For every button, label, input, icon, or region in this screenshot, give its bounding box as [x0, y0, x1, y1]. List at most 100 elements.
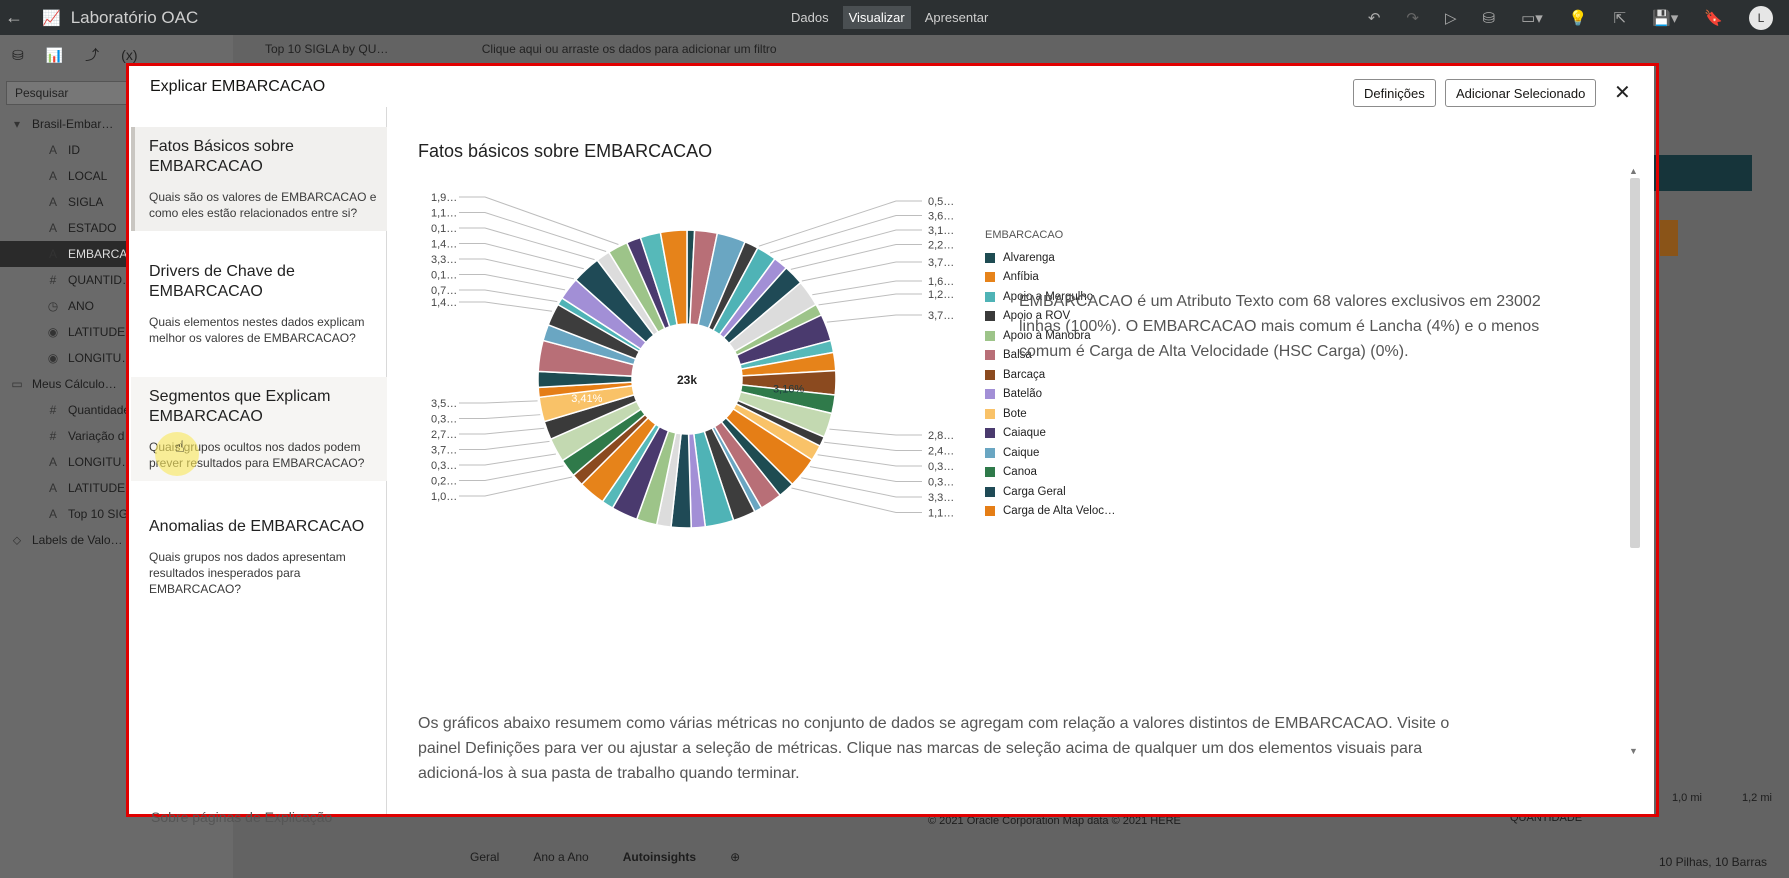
nav-basic-facts[interactable]: Fatos Básicos sobre EMBARCACAO Quais são… — [131, 127, 387, 231]
nav-anomalies[interactable]: Anomalias de EMBARCACAO Quais grupos nos… — [131, 507, 387, 607]
tree-item-label: ID — [68, 143, 80, 157]
viz-title[interactable]: Top 10 SIGLA by QU… — [265, 42, 388, 56]
callout-line — [770, 215, 922, 254]
play-icon[interactable]: ▷ — [1445, 9, 1457, 27]
nav-title: Segmentos que Explicam EMBARCACAO — [149, 388, 331, 425]
tree-item-label: LATITUDE — [68, 325, 126, 339]
tab-geral[interactable]: Geral — [470, 850, 499, 864]
user-avatar[interactable]: L — [1749, 5, 1773, 30]
callout-value-label: 3,6… — [928, 211, 954, 223]
text-attribute-icon: A — [48, 455, 57, 469]
clock-icon: ◷ — [47, 299, 59, 313]
callout-value-label: 3,7… — [928, 310, 954, 322]
scroll-down-icon[interactable]: ▼ — [1629, 746, 1638, 756]
scroll-up-icon[interactable]: ▲ — [1629, 166, 1638, 176]
chart-legend: EMBARCACAO Alvarenga Anfíbia Apoio a Mergu… — [985, 229, 1135, 519]
explain-dialog: Explicar EMBARCACAO Definições Adicionar… — [129, 66, 1654, 825]
callout-value-label: 0,7… — [431, 285, 457, 297]
tab-autoinsights[interactable]: Autoinsights — [623, 850, 696, 864]
legend-swatch — [985, 252, 995, 263]
text-attribute-icon: A — [48, 143, 57, 157]
donut-chart[interactable]: 23k 3,41% 3,16% 1,9… 1,1… 0,1… 1,4… 3,3… 0,1… 0,7… — [389, 167, 979, 577]
tree-item-label: LONGITU… — [68, 455, 134, 469]
lightbulb-icon[interactable]: 💡 — [1569, 9, 1588, 27]
mode-visualize[interactable]: Visualizar — [842, 6, 911, 29]
data-refresh-icon[interactable]: ⛁ — [1483, 9, 1496, 27]
background-bar — [1660, 220, 1678, 256]
callout-line — [459, 196, 619, 245]
legend-item[interactable]: Canoa — [985, 463, 1135, 483]
add-selected-button[interactable]: Adicionar Selecionado — [1445, 79, 1597, 107]
callout-line — [459, 289, 558, 303]
dialog-title: Explicar EMBARCACAO — [150, 78, 326, 95]
database-icon[interactable]: ⛁ — [12, 47, 24, 64]
settings-button[interactable]: Definições — [1353, 79, 1436, 107]
description-paragraph: Os gráficos abaixo resumem como várias m… — [418, 715, 1450, 782]
callout-value-label: 0,5… — [928, 196, 954, 208]
legend-swatch — [985, 506, 995, 517]
legend-item[interactable]: Batelão — [985, 385, 1135, 405]
nav-key-drivers[interactable]: Drivers de Chave de EMBARCACAO Quais ele… — [131, 252, 387, 352]
hand-cursor-icon: ☝ — [175, 437, 185, 456]
explain-content: Fatos básicos sobre EMBARCACAO 23k 3,41% 3… — [389, 107, 1639, 814]
legend-item[interactable]: Anfíbia — [985, 268, 1135, 288]
legend-label: Carga de Alta Veloc… — [1003, 505, 1116, 518]
function-icon[interactable]: (x) — [121, 47, 137, 63]
legend-label: Batelão — [1003, 388, 1043, 401]
trend-icon[interactable]: ⤴ — [85, 45, 99, 65]
legend-swatch — [985, 428, 995, 439]
callout-value-label: 2,7… — [431, 429, 457, 441]
callout-value-label: 1,9… — [431, 192, 457, 204]
callout-value-label: 1,1… — [431, 208, 457, 220]
tree-item-label: Meus Cálculo… — [32, 377, 117, 391]
slice-percent-label: 3,16% — [773, 384, 804, 396]
top-bar: ← 📈 Laboratório OAC Dados Visualizar Apr… — [0, 0, 1789, 35]
legend-item[interactable]: Alvarenga — [985, 248, 1135, 268]
legend-swatch — [985, 350, 995, 361]
legend-label: Caique — [1003, 446, 1040, 459]
legend-item[interactable]: Carga Geral — [985, 482, 1135, 502]
callout-value-label: 0,1… — [431, 223, 457, 235]
legend-label: Bote — [1003, 407, 1027, 420]
callout-value-label: 3,7… — [431, 445, 457, 457]
close-icon[interactable]: ✕ — [1614, 80, 1631, 104]
mode-data[interactable]: Dados — [785, 6, 835, 29]
legend-item[interactable]: Bote — [985, 404, 1135, 424]
axis-tick: 1,0 mi — [1672, 792, 1702, 804]
export-icon[interactable]: ⇱ — [1614, 9, 1627, 27]
legend-item[interactable]: Barcaça — [985, 365, 1135, 385]
tab-ano-a-ano[interactable]: Ano a Ano — [533, 850, 588, 864]
redo-icon[interactable]: ↷ — [1406, 9, 1419, 27]
callout-value-label: 3,5… — [431, 398, 457, 410]
location-pin-icon: ◉ — [47, 351, 59, 365]
legend-label: Alvarenga — [1003, 251, 1055, 264]
status-text: 10 Pilhas, 10 Barras — [1658, 855, 1767, 869]
comment-menu-icon[interactable]: ▭▾ — [1521, 9, 1543, 27]
tree-item-label: Brasil-Embar… — [32, 117, 114, 131]
back-arrow-icon[interactable]: ← — [0, 7, 28, 28]
explain-nav: Fatos Básicos sobre EMBARCACAO Quais são… — [131, 107, 387, 825]
callout-line — [824, 441, 922, 451]
callout-line — [780, 229, 922, 262]
mode-present[interactable]: Apresentar — [919, 6, 995, 29]
callout-value-label: 1,4… — [431, 297, 457, 309]
save-menu-icon[interactable]: 💾▾ — [1652, 9, 1678, 27]
add-tab-icon[interactable]: ⊕ — [730, 850, 740, 864]
callout-line — [790, 244, 922, 270]
filter-hint[interactable]: Clique aqui ou arraste os dados para adi… — [482, 42, 777, 56]
callout-value-label: 0,3… — [928, 477, 954, 489]
vertical-scrollbar[interactable] — [1630, 178, 1640, 548]
measure-icon: # — [49, 273, 57, 287]
callout-value-label: 1,0… — [431, 491, 457, 503]
callout-line — [758, 200, 922, 247]
legend-item[interactable]: Caiaque — [985, 424, 1135, 444]
legend-item[interactable]: Carga de Alta Veloc… — [985, 502, 1135, 520]
legend-swatch — [985, 311, 995, 322]
bar-chart-icon[interactable]: 📊 — [46, 47, 63, 64]
about-explain-link[interactable]: Sobre páginas de Explicação — [151, 809, 332, 825]
undo-icon[interactable]: ↶ — [1368, 9, 1381, 27]
toolbar-right: ↶ ↷ ▷ ⛁ ▭▾ 💡 ⇱ 💾▾ 🔖 L — [1368, 0, 1773, 35]
bookmark-icon[interactable]: 🔖 — [1704, 9, 1723, 27]
text-attribute-icon: A — [48, 195, 57, 209]
legend-item[interactable]: Caique — [985, 443, 1135, 463]
